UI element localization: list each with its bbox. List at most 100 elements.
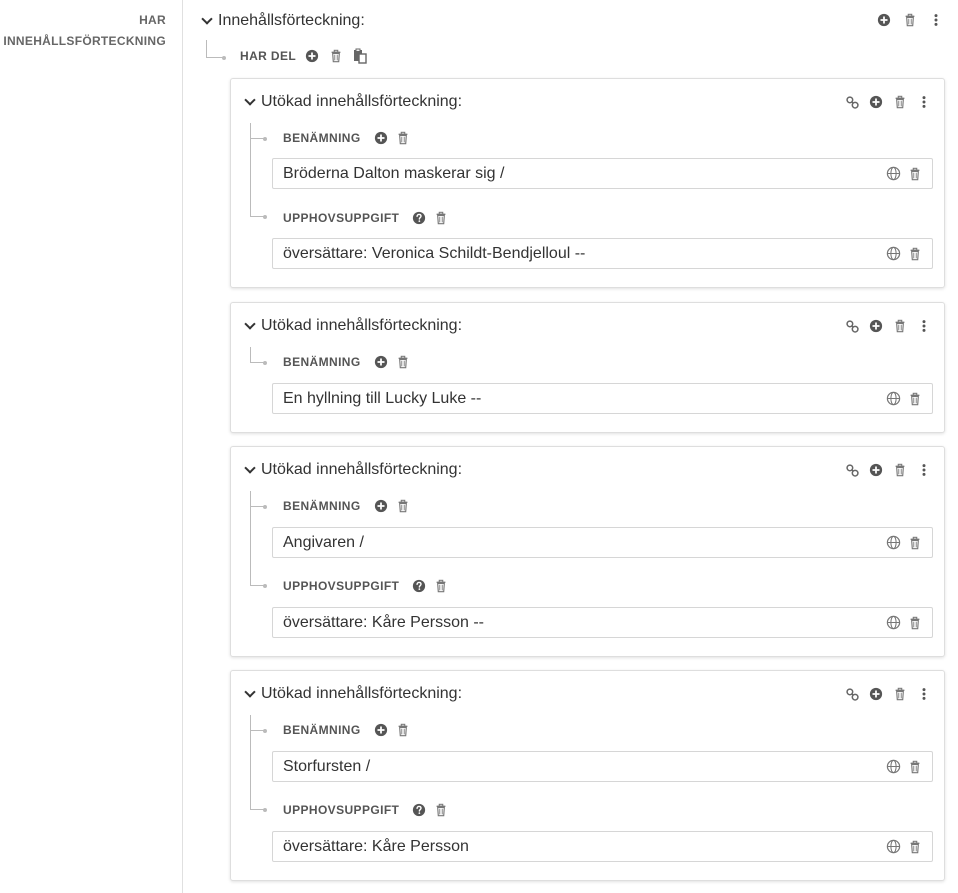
card-header: Utökad innehållsförteckning:: [243, 459, 462, 481]
trash-icon[interactable]: [433, 210, 449, 226]
plus-circle-icon[interactable]: [868, 94, 884, 110]
column-divider: [182, 0, 183, 893]
trash-icon[interactable]: [907, 615, 923, 631]
has-part-label: HAR DEL: [240, 49, 297, 63]
trash-icon[interactable]: [433, 578, 449, 594]
trash-icon[interactable]: [907, 759, 923, 775]
trash-icon[interactable]: [892, 686, 908, 702]
trash-icon[interactable]: [892, 318, 908, 334]
chevron-down-icon[interactable]: [243, 687, 257, 701]
plus-circle-icon[interactable]: [304, 48, 320, 64]
question-circle-icon[interactable]: [411, 210, 427, 226]
property-row-name: BENÄMNING: [283, 130, 411, 146]
name-label: BENÄMNING: [283, 355, 361, 369]
card-actions: [844, 462, 932, 478]
link-icon[interactable]: [844, 686, 860, 702]
plus-circle-icon[interactable]: [868, 462, 884, 478]
kebab-menu-icon[interactable]: [916, 462, 932, 478]
globe-icon[interactable]: [885, 246, 901, 262]
name-label: BENÄMNING: [283, 499, 361, 513]
card-header: Utökad innehållsförteckning:: [243, 91, 462, 113]
kebab-menu-icon[interactable]: [916, 318, 932, 334]
globe-icon[interactable]: [885, 391, 901, 407]
tree-connector: [250, 507, 264, 586]
plus-circle-icon[interactable]: [876, 12, 892, 28]
root-entity-title: Innehållsförteckning:: [218, 12, 365, 29]
has-part-row: HAR DEL: [240, 48, 368, 64]
name-field[interactable]: Storfursten /: [272, 751, 933, 782]
trash-icon[interactable]: [907, 246, 923, 262]
paste-icon[interactable]: [352, 48, 368, 64]
trash-icon[interactable]: [892, 94, 908, 110]
chevron-down-icon[interactable]: [243, 319, 257, 333]
tree-connector-dot: [263, 584, 267, 588]
property-row-responsibility: UPPHOVSUPPGIFT: [283, 210, 449, 226]
question-circle-icon[interactable]: [411, 578, 427, 594]
card-actions: [844, 94, 932, 110]
kebab-menu-icon[interactable]: [928, 12, 944, 28]
name-value[interactable]: Bröderna Dalton maskerar sig /: [273, 165, 885, 183]
plus-circle-icon[interactable]: [373, 130, 389, 146]
responsibility-field[interactable]: översättare: Kåre Persson: [272, 831, 933, 862]
responsibility-label: UPPHOVSUPPGIFT: [283, 579, 400, 593]
plus-circle-icon[interactable]: [373, 498, 389, 514]
responsibility-field[interactable]: översättare: Veronica Schildt-Bendjellou…: [272, 238, 933, 269]
tree-connector-dot: [263, 361, 267, 365]
trash-icon[interactable]: [433, 802, 449, 818]
chevron-down-icon[interactable]: [200, 14, 214, 28]
trash-icon[interactable]: [395, 354, 411, 370]
card-header: Utökad innehållsförteckning:: [243, 315, 462, 337]
globe-icon[interactable]: [885, 839, 901, 855]
name-label: BENÄMNING: [283, 723, 361, 737]
globe-icon[interactable]: [885, 615, 901, 631]
trash-icon[interactable]: [907, 839, 923, 855]
link-icon[interactable]: [844, 318, 860, 334]
responsibility-value[interactable]: översättare: Kåre Persson --: [273, 614, 885, 632]
trash-icon[interactable]: [907, 166, 923, 182]
trash-icon[interactable]: [907, 535, 923, 551]
globe-icon[interactable]: [885, 166, 901, 182]
responsibility-field[interactable]: översättare: Kåre Persson --: [272, 607, 933, 638]
trash-icon[interactable]: [902, 12, 918, 28]
trash-icon[interactable]: [892, 462, 908, 478]
responsibility-value[interactable]: översättare: Kåre Persson: [273, 838, 885, 856]
plus-circle-icon[interactable]: [373, 354, 389, 370]
globe-icon[interactable]: [885, 759, 901, 775]
name-value[interactable]: Angivaren /: [273, 534, 885, 552]
tree-connector: [250, 731, 264, 810]
trash-icon[interactable]: [395, 130, 411, 146]
kebab-menu-icon[interactable]: [916, 94, 932, 110]
plus-circle-icon[interactable]: [868, 318, 884, 334]
chevron-down-icon[interactable]: [243, 463, 257, 477]
name-label: BENÄMNING: [283, 131, 361, 145]
name-value[interactable]: Storfursten /: [273, 758, 885, 776]
root-actions: [876, 12, 944, 28]
responsibility-value[interactable]: översättare: Veronica Schildt-Bendjellou…: [273, 245, 885, 263]
trash-icon[interactable]: [907, 391, 923, 407]
globe-icon[interactable]: [885, 535, 901, 551]
responsibility-label: UPPHOVSUPPGIFT: [283, 211, 400, 225]
trash-icon[interactable]: [395, 498, 411, 514]
property-row-name: BENÄMNING: [283, 354, 411, 370]
name-value[interactable]: En hyllning till Lucky Luke --: [273, 390, 885, 408]
plus-circle-icon[interactable]: [868, 686, 884, 702]
chevron-down-icon[interactable]: [243, 95, 257, 109]
tree-connector-dot: [263, 808, 267, 812]
trash-icon[interactable]: [395, 722, 411, 738]
name-field[interactable]: Angivaren /: [272, 527, 933, 558]
tree-connector: [250, 491, 264, 507]
question-circle-icon[interactable]: [411, 802, 427, 818]
name-field[interactable]: En hyllning till Lucky Luke --: [272, 383, 933, 414]
property-label-has-toc: HAR INNEHÅLLSFÖRTECKNING: [0, 10, 166, 52]
card-title: Utökad innehållsförteckning:: [261, 317, 463, 334]
kebab-menu-icon[interactable]: [916, 686, 932, 702]
link-icon[interactable]: [844, 94, 860, 110]
card-title: Utökad innehållsförteckning:: [261, 93, 463, 110]
link-icon[interactable]: [844, 462, 860, 478]
name-field[interactable]: Bröderna Dalton maskerar sig /: [272, 158, 933, 189]
trash-icon[interactable]: [328, 48, 344, 64]
extended-toc-card: Utökad innehållsförteckning: BENÄMNING A…: [230, 446, 945, 657]
root-entity-header: Innehållsförteckning:: [200, 8, 365, 34]
property-label-line1: HAR: [139, 13, 166, 27]
plus-circle-icon[interactable]: [373, 722, 389, 738]
